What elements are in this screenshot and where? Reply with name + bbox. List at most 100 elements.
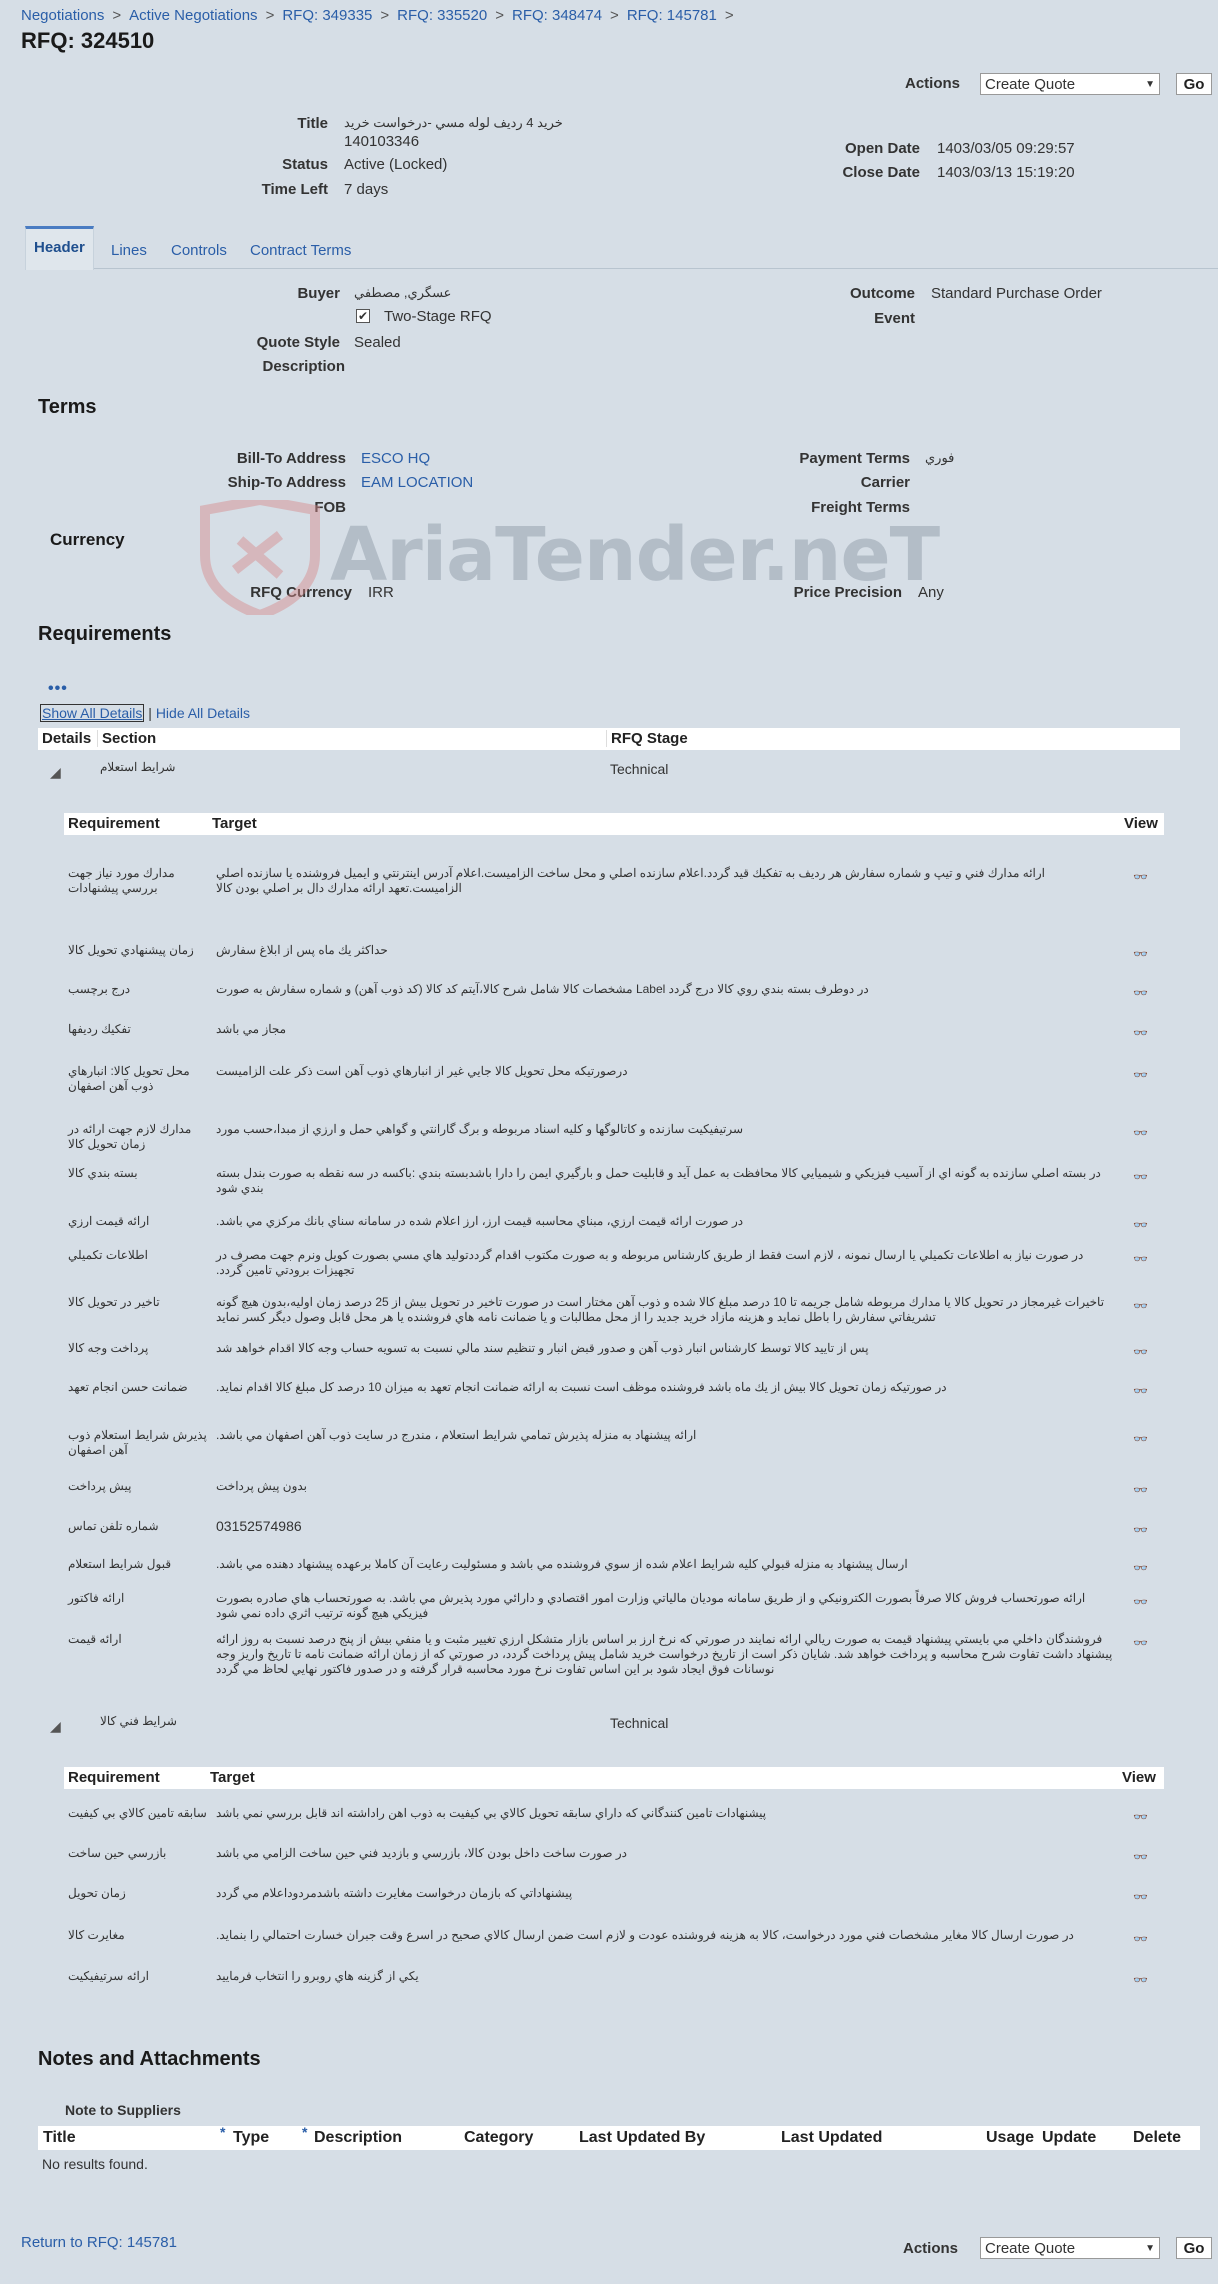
view-glasses-icon[interactable]: 👓 (1133, 1636, 1148, 1650)
view-glasses-icon[interactable]: 👓 (1133, 1252, 1148, 1266)
hide-all-details-link[interactable]: Hide All Details (156, 705, 250, 721)
collapse-triangle-icon[interactable]: ◢ (50, 764, 61, 781)
close-date-label: Close Date (842, 164, 920, 181)
requirement-name: قبول شرايط استعلام (68, 1557, 172, 1571)
bill-to-link[interactable]: ESCO HQ (361, 450, 430, 467)
col-usage: Usage (986, 2129, 1035, 2146)
requirement-target: پيشنهادات تامين كنندگاني كه داراي سابقه … (216, 1806, 767, 1820)
breadcrumb-negotiations[interactable]: Negotiations (21, 7, 104, 24)
show-all-details-link[interactable]: Show All Details (40, 704, 145, 722)
tabs-divider (25, 268, 1218, 269)
breadcrumb-separator: > (265, 7, 275, 24)
view-glasses-icon[interactable]: 👓 (1133, 1384, 1148, 1398)
requirement-target: سرتيفيكيت سازنده و كاتالوگها و كليه اسنا… (216, 1122, 744, 1136)
view-glasses-icon[interactable]: 👓 (1133, 1126, 1148, 1140)
col-last-updated: Last Updated (781, 2129, 883, 2146)
view-glasses-icon[interactable]: 👓 (1133, 1595, 1148, 1609)
view-glasses-icon[interactable]: 👓 (1133, 1068, 1148, 1082)
requirement-table-header: Requirement Target View (64, 1767, 1164, 1789)
view-glasses-icon[interactable]: 👓 (1133, 1932, 1148, 1946)
actions-select[interactable]: Create Quote ▼ (980, 2237, 1160, 2259)
view-glasses-icon[interactable]: 👓 (1133, 1170, 1148, 1184)
view-glasses-icon[interactable]: 👓 (1133, 870, 1148, 884)
breadcrumb-rfq-145781[interactable]: RFQ: 145781 (627, 7, 717, 24)
col-details: Details (42, 730, 92, 747)
requirement-target: پس از تاييد كالا توسط كارشناس انبار ذوب … (216, 1341, 869, 1355)
ship-to-label: Ship-To Address (227, 474, 346, 491)
view-glasses-icon[interactable]: 👓 (1133, 1523, 1148, 1537)
description-label: Description (262, 358, 345, 375)
status-value: Active (Locked) (344, 156, 448, 173)
timeleft-label: Time Left (261, 181, 328, 198)
breadcrumb-rfq-349335[interactable]: RFQ: 349335 (282, 7, 372, 24)
tab-header[interactable]: Header (25, 226, 94, 270)
view-glasses-icon[interactable]: 👓 (1133, 1432, 1148, 1446)
col-requirement: Requirement (68, 1769, 160, 1786)
view-glasses-icon[interactable]: 👓 (1133, 1850, 1148, 1864)
view-glasses-icon[interactable]: 👓 (1133, 947, 1148, 961)
watermark-logo: AriaTender.neT (200, 494, 940, 621)
view-glasses-icon[interactable]: 👓 (1133, 1345, 1148, 1359)
chevron-down-icon: ▼ (1145, 2242, 1155, 2254)
requirement-table-header: Requirement Target View (64, 813, 1164, 835)
requirement-target: در بسته اصلي سازنده به گونه اي از آسيب ف… (216, 1166, 1101, 1195)
requirement-target: در صورت ارائه قيمت ارزي، مبناي محاسبه قي… (216, 1214, 744, 1228)
requirement-name: سابقه تامين كالاي بي كيفيت (68, 1806, 207, 1820)
requirement-target: ارائه صورتحساب فروش كالا صرفاً بصورت الك… (216, 1591, 1086, 1620)
view-glasses-icon[interactable]: 👓 (1133, 1483, 1148, 1497)
payment-terms-label: Payment Terms (799, 450, 910, 467)
required-mark: * (302, 2124, 308, 2140)
view-glasses-icon[interactable]: 👓 (1133, 1299, 1148, 1313)
requirement-name: ارائه سرتيفيكيت (68, 1969, 149, 1983)
title-value: خريد 4 رديف لوله مسي -درخواست خريد (344, 115, 563, 130)
section-stage: Technical (610, 761, 669, 777)
view-glasses-icon[interactable]: 👓 (1133, 1026, 1148, 1040)
requirement-target: در صورت ساخت داخل بودن كالا، بازرسي و با… (216, 1846, 627, 1860)
breadcrumb-rfq-348474[interactable]: RFQ: 348474 (512, 7, 602, 24)
requirement-target: در صورتيكه زمان تحويل كالا بيش از يك ماه… (216, 1380, 947, 1394)
tab-contract-terms[interactable]: Contract Terms (250, 242, 351, 259)
breadcrumb-active-negotiations[interactable]: Active Negotiations (129, 7, 257, 24)
breadcrumb-rfq-335520[interactable]: RFQ: 335520 (397, 7, 487, 24)
buyer-label: Buyer (297, 285, 340, 302)
requirement-target: درصورتيكه محل تحويل كالا جايي غير از انب… (216, 1064, 628, 1078)
requirement-name: ارائه قيمت ارزي (68, 1214, 150, 1228)
requirement-target: ارائه پيشنهاد به منزله پذيرش تمامي شرايط… (216, 1428, 697, 1442)
tab-bar: Header Lines Controls Contract Terms (25, 226, 625, 270)
view-glasses-icon[interactable]: 👓 (1133, 986, 1148, 1000)
requirement-name: زمان تحويل (68, 1886, 126, 1900)
ship-to-link[interactable]: EAM LOCATION (361, 474, 473, 491)
requirement-target: در دوطرف بسته بندي روي كالا درج گردد Lab… (216, 982, 869, 996)
requirement-name: بسته بندي كالا (68, 1166, 138, 1180)
view-glasses-icon[interactable]: 👓 (1133, 1218, 1148, 1232)
go-button[interactable]: Go (1176, 73, 1212, 95)
view-glasses-icon[interactable]: 👓 (1133, 1561, 1148, 1575)
view-glasses-icon[interactable]: 👓 (1133, 1810, 1148, 1824)
requirement-name: پذيرش شرايط استعلام ذوب آهن اصفهان (68, 1428, 207, 1457)
go-button[interactable]: Go (1176, 2237, 1212, 2259)
requirement-name: تاخير در تحويل كالا (68, 1295, 160, 1309)
close-date-value: 1403/03/13 15:19:20 (937, 164, 1075, 181)
actions-select-value: Create Quote (985, 75, 1076, 93)
open-date-label: Open Date (844, 140, 920, 157)
return-link[interactable]: Return to RFQ: 145781 (21, 2234, 177, 2251)
payment-terms-value: فوري (925, 450, 955, 465)
breadcrumb-separator: > (724, 7, 734, 24)
notes-heading: Notes and Attachments (38, 2048, 261, 2070)
currency-heading: Currency (50, 530, 125, 549)
view-glasses-icon[interactable]: 👓 (1133, 1973, 1148, 1987)
note-to-suppliers-label: Note to Suppliers (65, 2102, 181, 2118)
requirement-target: در صورت نياز به اطلاعات تكميلي يا ارسال … (216, 1248, 1084, 1277)
required-mark: * (220, 2124, 226, 2140)
no-results-text: No results found. (42, 2156, 148, 2172)
more-icon[interactable]: ••• (48, 680, 68, 698)
col-last-updated-by: Last Updated By (579, 2129, 706, 2146)
outcome-value: Standard Purchase Order (931, 285, 1102, 302)
view-glasses-icon[interactable]: 👓 (1133, 1890, 1148, 1904)
tab-controls[interactable]: Controls (171, 242, 227, 259)
collapse-triangle-icon[interactable]: ◢ (50, 1718, 61, 1735)
requirement-name: درج برچسب (68, 982, 131, 996)
quote-style-value: Sealed (354, 334, 401, 351)
tab-lines[interactable]: Lines (111, 242, 147, 259)
actions-select[interactable]: Create Quote ▼ (980, 73, 1160, 95)
